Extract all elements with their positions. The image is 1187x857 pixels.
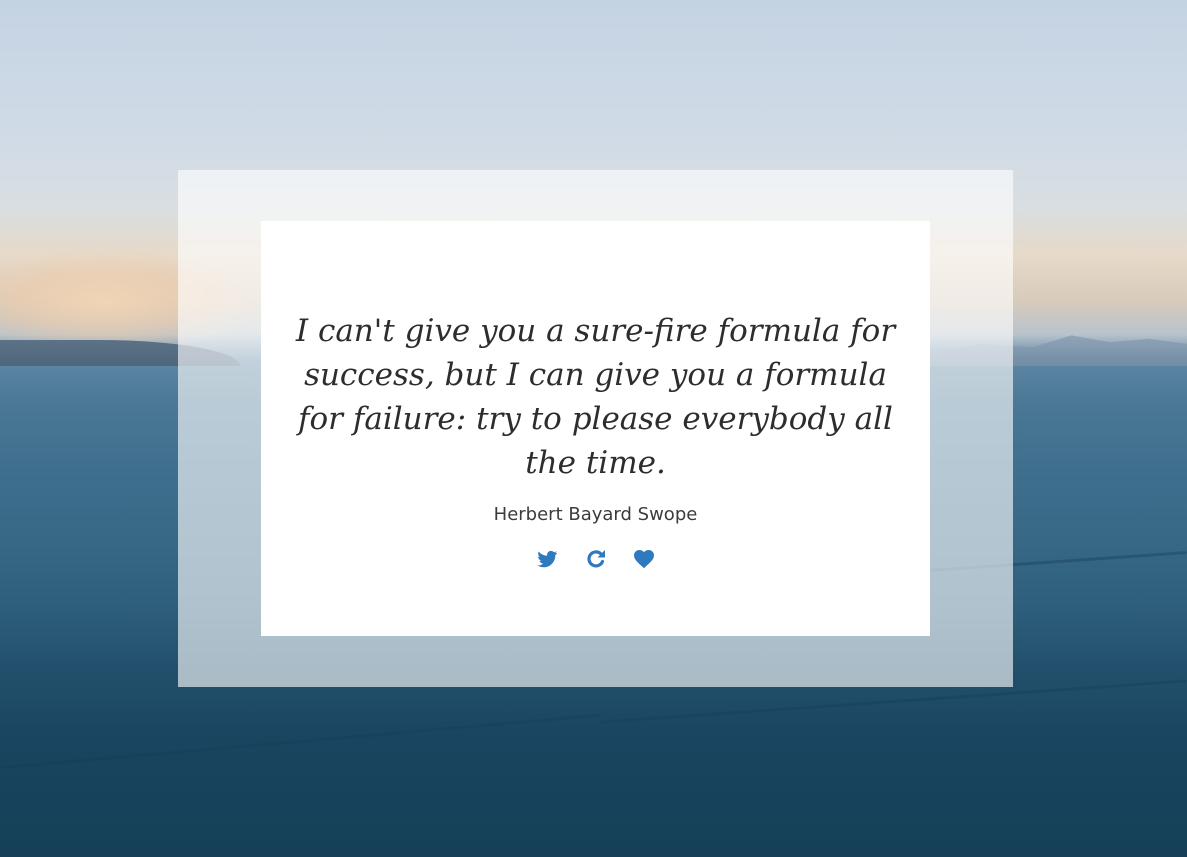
like-button[interactable] (632, 547, 656, 571)
quote-author: Herbert Bayard Swope (493, 504, 698, 525)
quote-card: I can't give you a sure-fire formula for… (261, 221, 930, 636)
tweet-button[interactable] (535, 547, 559, 571)
new-quote-button[interactable] (584, 547, 608, 571)
refresh-icon (586, 550, 605, 568)
twitter-icon (537, 550, 558, 568)
quote-actions (261, 547, 930, 571)
quote-text: I can't give you a sure-fire formula for… (295, 313, 896, 481)
heart-icon (633, 550, 654, 569)
